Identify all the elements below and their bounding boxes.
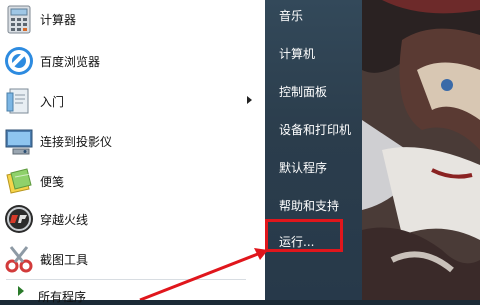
right-item-computer[interactable]: 计算机 xyxy=(265,38,362,68)
program-label: 截图工具 xyxy=(40,253,89,267)
program-label: 穿越火线 xyxy=(40,213,89,227)
right-item-label: 帮助和支持 xyxy=(279,199,340,213)
projector-icon xyxy=(5,129,33,155)
right-item-label: 设备和打印机 xyxy=(279,123,352,137)
baidu-browser-icon xyxy=(5,47,33,75)
program-sticky-notes[interactable]: 便笺 xyxy=(0,162,265,202)
start-menu-right-pane: 音乐 计算机 控制面板 设备和打印机 默认程序 帮助和支持 运行... xyxy=(265,0,362,300)
snipping-tool-icon xyxy=(5,246,33,273)
submenu-arrow-icon[interactable] xyxy=(247,96,252,104)
program-crossfire[interactable]: 穿越火线 xyxy=(0,200,265,240)
run-highlight-box xyxy=(265,219,343,252)
program-calculator[interactable]: 计算器 xyxy=(0,0,265,40)
right-item-label: 默认程序 xyxy=(279,161,328,175)
program-label: 百度浏览器 xyxy=(40,55,101,69)
all-programs-button[interactable]: 所有程序 xyxy=(0,280,265,304)
program-label: 连接到投影仪 xyxy=(40,135,113,149)
program-getting-started[interactable]: 入门 xyxy=(0,82,265,122)
program-connect-projector[interactable]: 连接到投影仪 xyxy=(0,122,265,162)
sticky-notes-icon xyxy=(6,168,32,194)
program-baidu-browser[interactable]: 百度浏览器 xyxy=(0,42,265,82)
calculator-icon xyxy=(7,5,31,34)
right-item-music[interactable]: 音乐 xyxy=(265,0,362,30)
program-label: 便笺 xyxy=(40,175,65,189)
getting-started-icon xyxy=(6,88,29,114)
right-item-help-support[interactable]: 帮助和支持 xyxy=(265,190,362,220)
right-item-devices-printers[interactable]: 设备和打印机 xyxy=(265,114,362,144)
anime-wallpaper-image xyxy=(362,0,480,300)
all-programs-label: 所有程序 xyxy=(38,290,87,304)
right-item-default-programs[interactable]: 默认程序 xyxy=(265,152,362,182)
right-item-label: 音乐 xyxy=(279,9,304,23)
start-menu-programs-pane: 计算器 百度浏览器 入门 连接到投影仪 便笺 穿越火线 截图工具 所有程序 xyxy=(0,0,265,304)
right-item-control-panel[interactable]: 控制面板 xyxy=(265,76,362,106)
triangle-right-icon xyxy=(18,286,24,296)
crossfire-icon xyxy=(5,205,33,233)
program-snipping-tool[interactable]: 截图工具 xyxy=(0,240,265,280)
desktop-wallpaper xyxy=(362,0,480,300)
program-label: 计算器 xyxy=(40,13,77,27)
right-item-label: 控制面板 xyxy=(279,85,328,99)
right-item-label: 计算机 xyxy=(279,47,316,61)
program-label: 入门 xyxy=(40,95,65,109)
